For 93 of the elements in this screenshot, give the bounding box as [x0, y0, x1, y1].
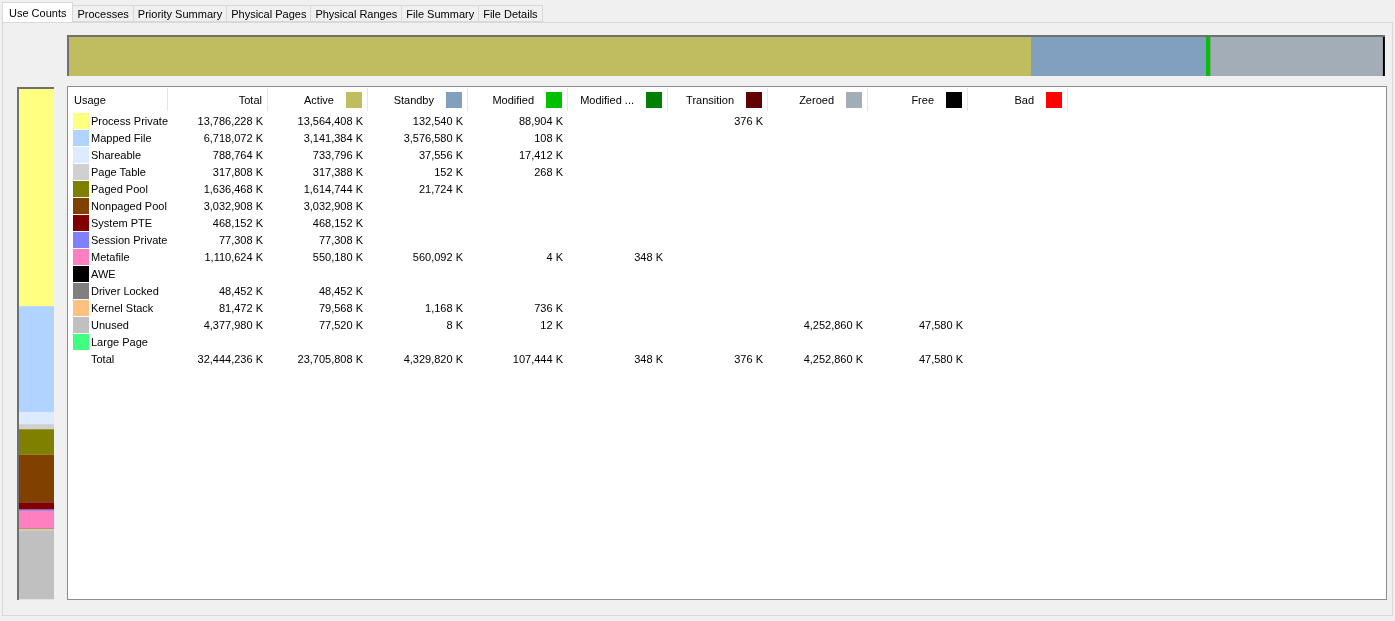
column-header[interactable]: Zeroed: [768, 88, 868, 111]
table-cell-text: 77,308 K: [317, 233, 364, 246]
usage-label: Unused: [91, 318, 129, 331]
tab[interactable]: Processes: [72, 5, 134, 22]
table-cell-text: 12 K: [539, 318, 564, 331]
usage-label: Nonpaged Pool: [91, 199, 167, 212]
usage-label: Session Private: [91, 233, 168, 246]
column-label: Modified: [492, 93, 534, 106]
column-label: Standby: [393, 93, 434, 106]
usage-label: Kernel Stack: [91, 301, 154, 314]
tab[interactable]: File Summary: [401, 5, 480, 22]
table-cell-text: 268 K: [533, 165, 564, 178]
table-cell-text: 32,444,236 K: [196, 352, 264, 365]
table-cell-text: 733,796 K: [311, 148, 364, 161]
table-cell-text: 376 K: [733, 352, 764, 365]
table-cell-text: 77,520 K: [317, 318, 364, 331]
table-cell-text: 3,141,384 K: [302, 131, 364, 144]
table-cell-text: 4,252,860 K: [802, 352, 864, 365]
table-cell-text: 788,764 K: [211, 148, 264, 161]
column-header[interactable]: Bad: [968, 88, 1068, 111]
table-cell-text: 4 K: [545, 250, 564, 263]
table-cell-text: 6,718,072 K: [202, 131, 264, 144]
usage-label: Driver Locked: [91, 284, 159, 297]
table-cell-text: 37,556 K: [417, 148, 464, 161]
column-label: Zeroed: [799, 93, 834, 106]
table-cell-text: 48,452 K: [317, 284, 364, 297]
table-cell-text: 3,032,908 K: [302, 199, 364, 212]
table-cell-text: 1,168 K: [424, 301, 464, 314]
table-cell-text: 468,152 K: [211, 216, 264, 229]
column-label: Transition: [686, 93, 734, 106]
usage-label: Shareable: [91, 148, 142, 161]
table-cell-text: 4,252,860 K: [802, 318, 864, 331]
table-cell-text: 1,110,624 K: [203, 250, 264, 263]
column-header[interactable]: Free: [868, 88, 968, 111]
table-cell-text: 348 K: [633, 250, 664, 263]
column-header[interactable]: Active: [268, 88, 368, 111]
table-cell-text: 152 K: [433, 165, 464, 178]
table-cell-text: 468,152 K: [311, 216, 364, 229]
table-cell-text: 13,786,228 K: [196, 114, 264, 127]
usage-label: Page Table: [91, 165, 146, 178]
table-cell-text: 8 K: [445, 318, 464, 331]
column-label: Active: [304, 93, 334, 106]
usage-label: Process Private: [91, 114, 169, 127]
table-cell-text: 560,092 K: [411, 250, 464, 263]
usage-label: Metafile: [91, 250, 130, 263]
table-cell-text: 4,329,820 K: [402, 352, 464, 365]
table-cell-text: 348 K: [633, 352, 664, 365]
column-label: Bad: [1014, 93, 1034, 106]
column-header[interactable]: Modified ...: [568, 88, 668, 111]
tab[interactable]: File Details: [478, 5, 543, 22]
tab[interactable]: Physical Ranges: [310, 5, 403, 22]
column-header[interactable]: Usage: [68, 88, 168, 111]
table-cell-text: 132,540 K: [411, 114, 464, 127]
tab[interactable]: Priority Summary: [132, 5, 228, 22]
table-cell-text: 317,388 K: [311, 165, 364, 178]
table-cell-text: 79,568 K: [317, 301, 364, 314]
column-header[interactable]: Standby: [368, 88, 468, 111]
column-label: Modified ...: [580, 93, 634, 106]
column-header[interactable]: Transition: [668, 88, 768, 111]
table-cell-text: 21,724 K: [417, 182, 464, 195]
usage-label: AWE: [91, 267, 116, 280]
table-cell-text: 1,636,468 K: [202, 182, 264, 195]
column-label: Total: [238, 93, 262, 106]
table-cell-text: 77,308 K: [217, 233, 264, 246]
usage-label: Total: [91, 352, 115, 365]
table-cell-text: 107,444 K: [511, 352, 564, 365]
table-cell-text: 88,904 K: [517, 114, 564, 127]
table-cell-text: 48,452 K: [217, 284, 264, 297]
column-header[interactable]: Total: [168, 88, 268, 111]
table-cell-text: 1,614,744 K: [302, 182, 364, 195]
column-label: Free: [911, 93, 934, 106]
usage-label: Mapped File: [91, 131, 152, 144]
column-label: Usage: [74, 93, 106, 106]
column-header[interactable]: Modified: [468, 88, 568, 111]
table-cell-text: 108 K: [533, 131, 564, 144]
table-cell-text: 81,472 K: [217, 301, 264, 314]
usage-label: System PTE: [91, 216, 153, 229]
table-cell-text: 47,580 K: [917, 352, 964, 365]
table-cell-text: 47,580 K: [917, 318, 964, 331]
table-cell-text: 550,180 K: [311, 250, 364, 263]
table-cell-text: 317,808 K: [211, 165, 264, 178]
table-cell-text: 23,705,808 K: [296, 352, 364, 365]
usage-label: Large Page: [91, 335, 148, 348]
table-cell-text: 17,412 K: [517, 148, 564, 161]
tab[interactable]: Physical Pages: [226, 5, 312, 22]
table-cell-text: 13,564,408 K: [296, 114, 364, 127]
table-cell-text: 3,576,580 K: [402, 131, 464, 144]
table-cell-text: 736 K: [533, 301, 564, 314]
tab[interactable]: Use Counts: [2, 2, 74, 22]
usage-label: Paged Pool: [91, 182, 148, 195]
table-cell-text: 4,377,980 K: [202, 318, 264, 331]
table-cell-text: 376 K: [733, 114, 764, 127]
table-cell-text: 3,032,908 K: [202, 199, 264, 212]
